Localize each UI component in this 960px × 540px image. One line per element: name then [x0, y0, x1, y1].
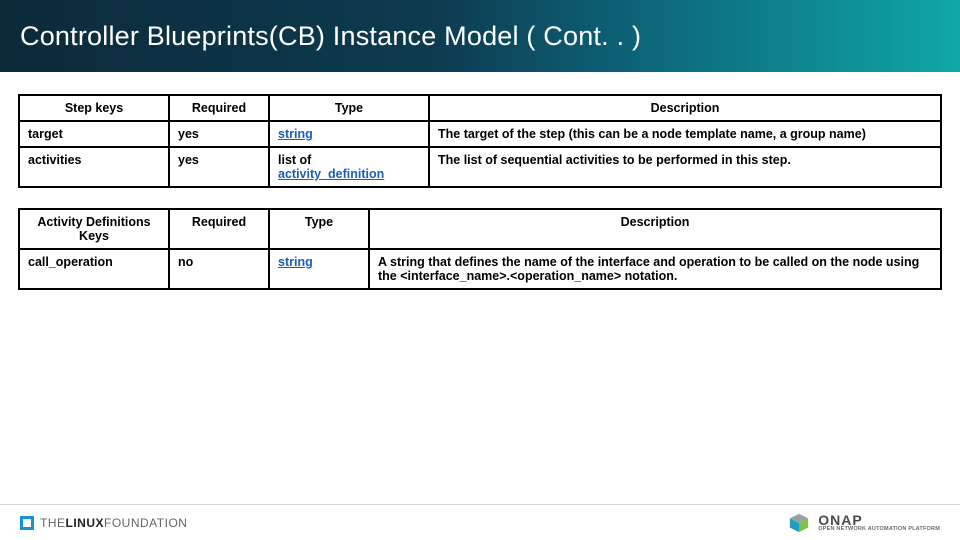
cell-required: yes [169, 147, 269, 187]
col-type: Type [269, 209, 369, 249]
col-activity-keys: Activity Definitions Keys [19, 209, 169, 249]
step-keys-table: Step keys Required Type Description targ… [18, 94, 942, 188]
lf-mid: LINUX [66, 516, 105, 530]
lf-logo-text: THELINUXFOUNDATION [40, 516, 187, 530]
table-row: activities yes list of activity_definiti… [19, 147, 941, 187]
table-row: target yes string The target of the step… [19, 121, 941, 147]
cell-type: list of activity_definition [269, 147, 429, 187]
cell-required: no [169, 249, 269, 289]
cell-description: A string that defines the name of the in… [369, 249, 941, 289]
cell-required: yes [169, 121, 269, 147]
cell-type: string [269, 121, 429, 147]
col-type: Type [269, 95, 429, 121]
lf-suffix: FOUNDATION [104, 516, 187, 530]
onap-big: ONAP [818, 513, 940, 527]
onap-logo: ONAP OPEN NETWORK AUTOMATION PLATFORM [788, 512, 940, 534]
cell-description: The list of sequential activities to be … [429, 147, 941, 187]
table-row: call_operation no string A string that d… [19, 249, 941, 289]
activity-definitions-table: Activity Definitions Keys Required Type … [18, 208, 942, 290]
cell-key: target [19, 121, 169, 147]
type-link-string[interactable]: string [278, 255, 313, 269]
linux-foundation-logo: THELINUXFOUNDATION [20, 516, 187, 530]
col-required: Required [169, 95, 269, 121]
slide-footer: THELINUXFOUNDATION ONAP OPEN NETWORK AUT… [0, 504, 960, 540]
onap-small: OPEN NETWORK AUTOMATION PLATFORM [818, 527, 940, 533]
lf-square-icon [20, 516, 34, 530]
onap-cube-icon [788, 512, 810, 534]
cell-key: activities [19, 147, 169, 187]
table-header-row: Activity Definitions Keys Required Type … [19, 209, 941, 249]
type-prefix: list of [278, 153, 311, 167]
type-link-string[interactable]: string [278, 127, 313, 141]
col-step-keys: Step keys [19, 95, 169, 121]
col-required: Required [169, 209, 269, 249]
slide-header: Controller Blueprints(CB) Instance Model… [0, 0, 960, 72]
page-title: Controller Blueprints(CB) Instance Model… [20, 21, 641, 52]
lf-prefix: THE [40, 516, 66, 530]
onap-logo-text: ONAP OPEN NETWORK AUTOMATION PLATFORM [818, 513, 940, 533]
cell-description: The target of the step (this can be a no… [429, 121, 941, 147]
col-description: Description [429, 95, 941, 121]
col-description: Description [369, 209, 941, 249]
table-header-row: Step keys Required Type Description [19, 95, 941, 121]
content-area: Step keys Required Type Description targ… [0, 72, 960, 290]
cell-key: call_operation [19, 249, 169, 289]
type-link-activity-definition[interactable]: activity_definition [278, 167, 384, 181]
cell-type: string [269, 249, 369, 289]
